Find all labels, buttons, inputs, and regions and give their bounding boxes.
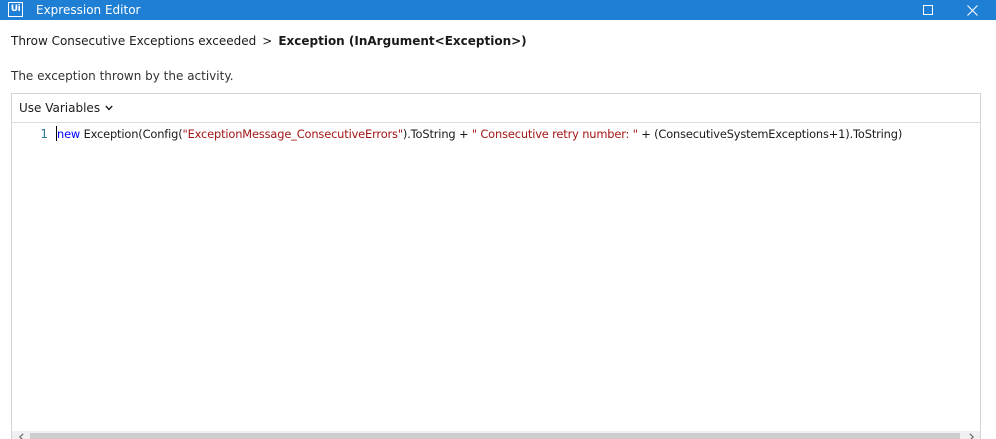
title-bar[interactable]: Ui Expression Editor (0, 0, 996, 20)
expression-editor-window: Ui Expression Editor Throw Consecutive E… (0, 0, 996, 439)
close-button[interactable] (950, 0, 994, 20)
code-editor[interactable]: 1 new Exception(Config("ExceptionMessage… (12, 123, 980, 431)
code-keyword: new (57, 127, 81, 141)
line-number: 1 (40, 127, 48, 141)
chevron-left-icon (18, 433, 24, 439)
code-string-1: "ExceptionMessage_ConsecutiveErrors" (182, 127, 404, 141)
scroll-right-button[interactable] (964, 431, 978, 439)
editor-toolbar: Use Variables (12, 94, 980, 123)
use-variables-label: Use Variables (19, 101, 101, 115)
maximize-icon (923, 5, 933, 15)
chevron-down-icon (105, 105, 113, 111)
use-variables-dropdown[interactable]: Use Variables (19, 94, 113, 122)
argument-description: The exception thrown by the activity. (11, 69, 234, 83)
breadcrumb-current: Exception (InArgument<Exception>) (278, 34, 527, 48)
scroll-left-button[interactable] (14, 431, 28, 439)
breadcrumb-separator: > (262, 34, 273, 48)
maximize-button[interactable] (906, 0, 950, 20)
window-title: Expression Editor (36, 3, 141, 17)
code-text-3: + (ConsecutiveSystemExceptions+1).ToStri… (637, 127, 903, 141)
close-icon (966, 4, 978, 16)
horizontal-scrollbar[interactable] (12, 431, 980, 439)
uipath-logo-icon: Ui (8, 2, 23, 17)
breadcrumb-parent: Throw Consecutive Exceptions exceeded (11, 34, 257, 48)
code-text-2: ).ToString + (402, 127, 472, 141)
breadcrumb: Throw Consecutive Exceptions exceeded > Ex… (11, 34, 527, 48)
chevron-right-icon (968, 433, 974, 439)
code-string-2: " Consecutive retry number: " (471, 127, 638, 141)
scrollbar-thumb[interactable] (30, 433, 960, 439)
code-text-1: Exception(Config( (80, 127, 183, 141)
code-line[interactable]: new Exception(Config("ExceptionMessage_C… (57, 127, 902, 141)
expression-panel: Use Variables 1 new Exception(Config("Ex… (11, 93, 981, 439)
